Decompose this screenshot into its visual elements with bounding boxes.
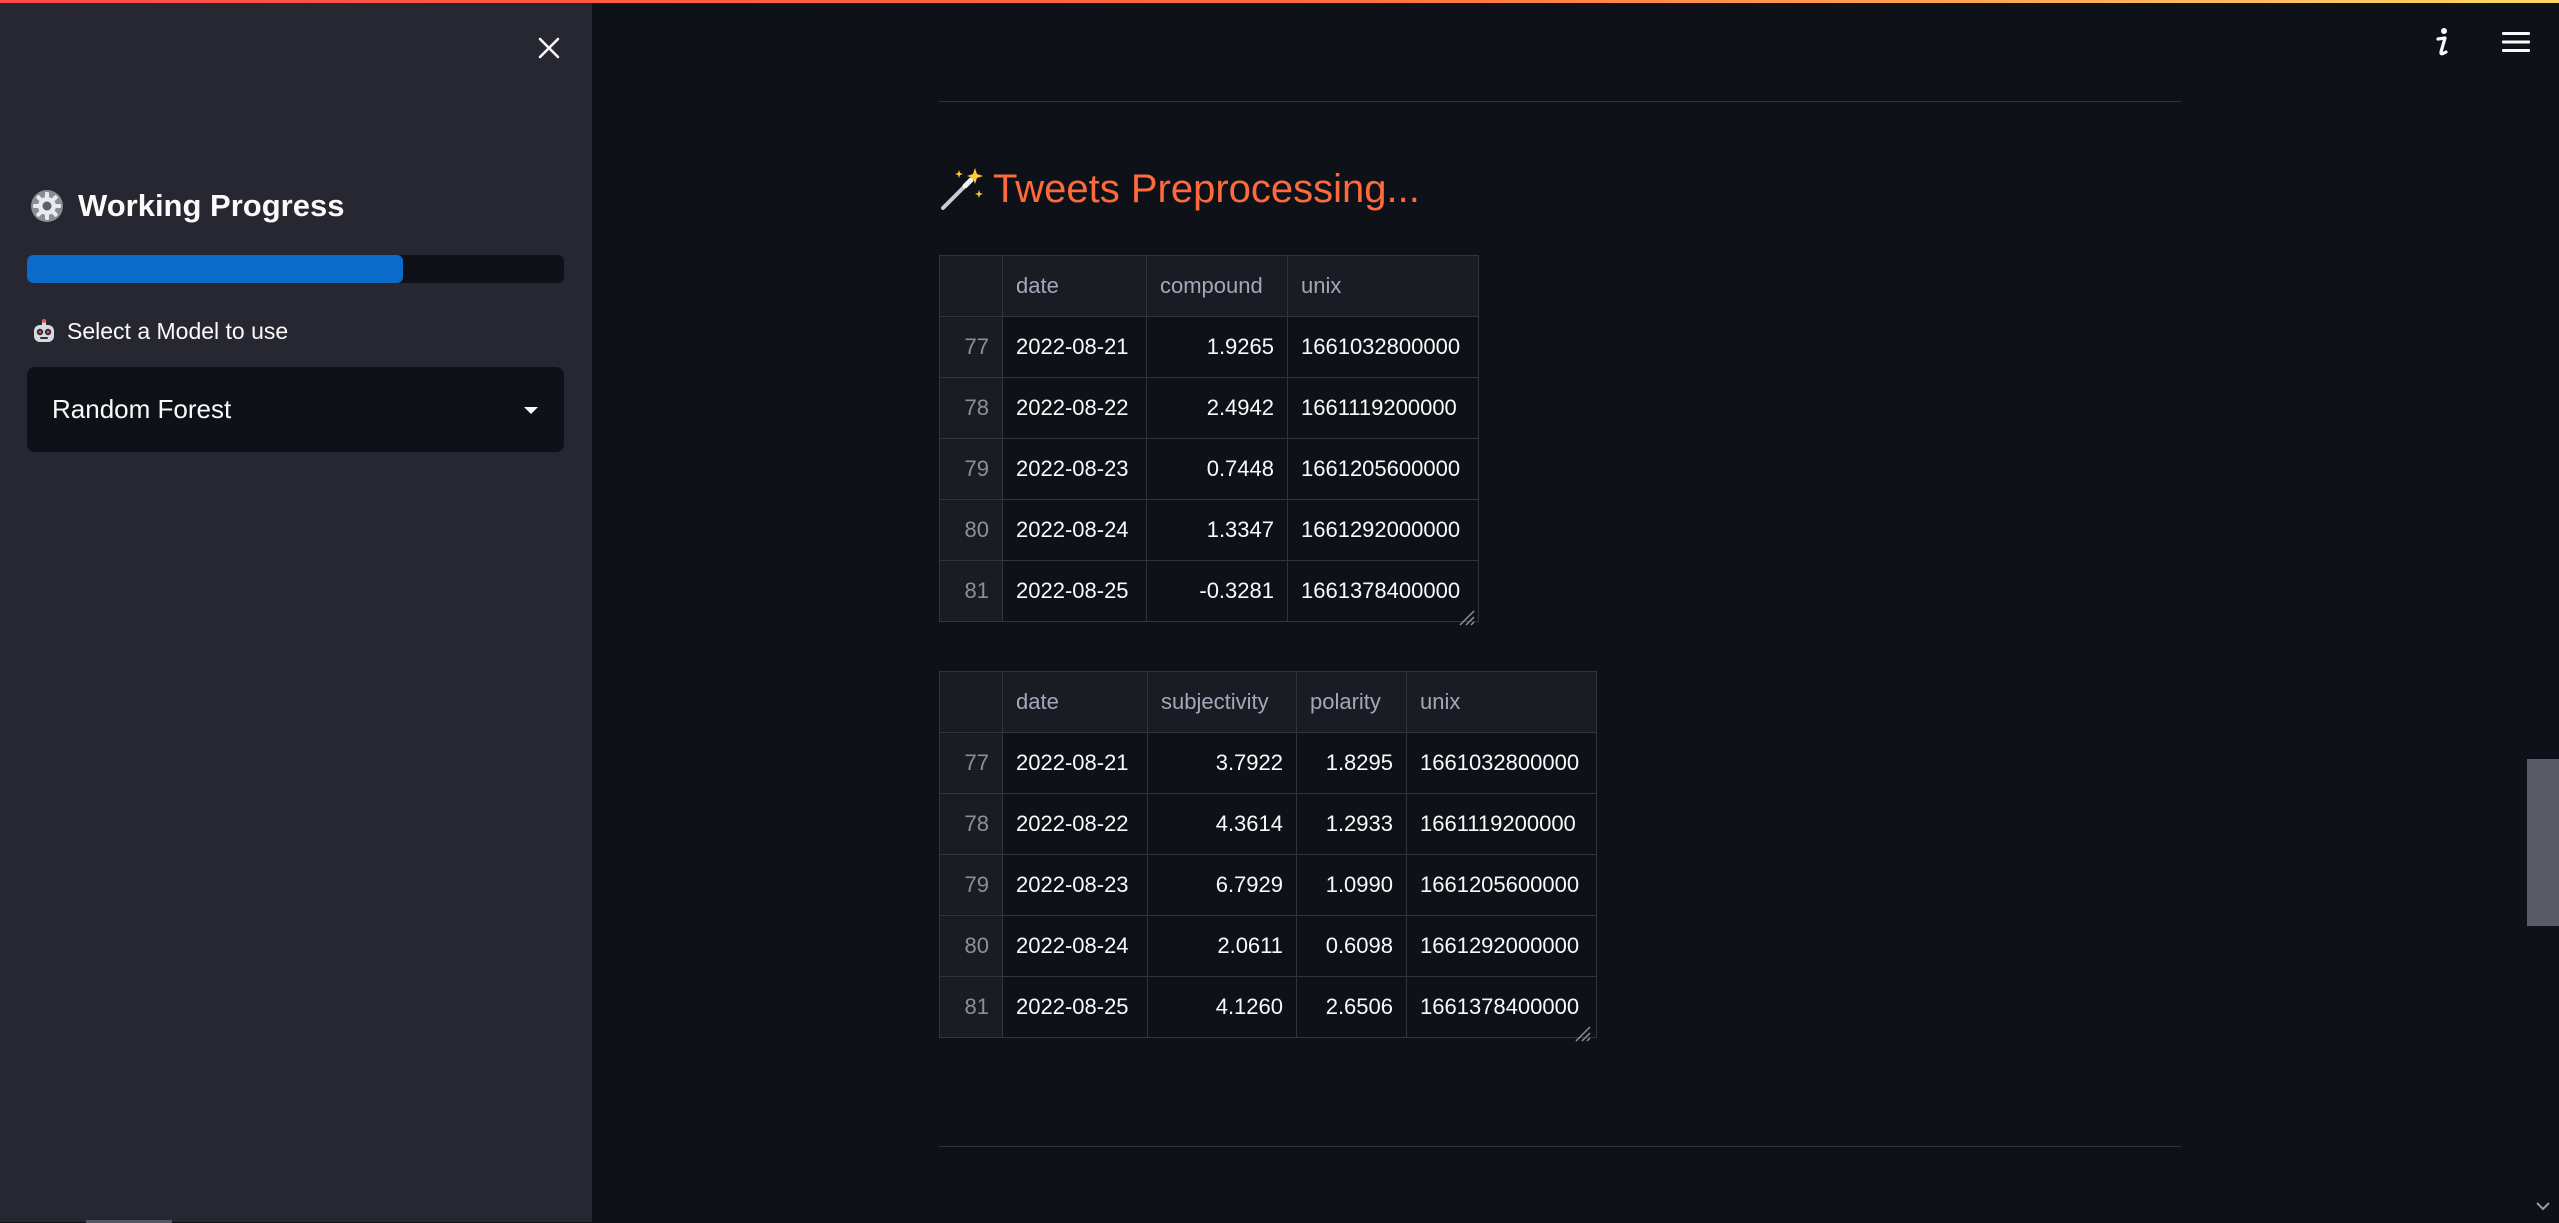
select-model-label: Select a Model to use <box>31 318 288 345</box>
robot-face-icon <box>34 318 54 342</box>
subjectivity-cell[interactable]: 3.7922 <box>1147 732 1297 794</box>
compound-cell[interactable]: -0.3281 <box>1146 560 1288 622</box>
compound-cell[interactable]: 2.4942 <box>1146 377 1288 439</box>
hamburger-menu-icon <box>2502 32 2530 52</box>
unix-cell[interactable]: 1661378400000 <box>1406 976 1597 1038</box>
model-select-value: Random Forest <box>52 394 232 424</box>
index-column-header[interactable] <box>939 255 1003 317</box>
date-cell[interactable]: 2022-08-22 <box>1002 793 1148 855</box>
date-cell[interactable]: 2022-08-24 <box>1002 915 1148 977</box>
polarity-column-header[interactable]: polarity <box>1296 671 1407 733</box>
caret-down-icon <box>524 406 538 414</box>
date-column-header[interactable]: date <box>1002 671 1148 733</box>
table-row: 79 2022-08-23 0.7448 1661205600000 <box>939 438 1479 500</box>
info-icon <box>2436 28 2448 56</box>
unix-cell[interactable]: 1661378400000 <box>1287 560 1479 622</box>
subjectivity-cell[interactable]: 4.3614 <box>1147 793 1297 855</box>
unix-column-header[interactable]: unix <box>1406 671 1597 733</box>
progress-bar <box>27 255 564 283</box>
table-header-row: date compound unix <box>939 255 1479 317</box>
subjectivity-cell[interactable]: 2.0611 <box>1147 915 1297 977</box>
compound-cell[interactable]: 1.9265 <box>1146 316 1288 378</box>
unix-cell[interactable]: 1661205600000 <box>1406 854 1597 916</box>
compound-cell[interactable]: 1.3347 <box>1146 499 1288 561</box>
date-cell[interactable]: 2022-08-23 <box>1002 438 1147 500</box>
row-index: 81 <box>939 560 1003 622</box>
row-index: 77 <box>939 732 1003 794</box>
table-header-row: date subjectivity polarity unix <box>939 671 1597 733</box>
unix-cell[interactable]: 1661119200000 <box>1406 793 1597 855</box>
section-title: Tweets Preprocessing... <box>939 166 1420 212</box>
gear-icon <box>31 190 63 222</box>
table-row: 81 2022-08-25 4.1260 2.6506 166137840000… <box>939 976 1597 1038</box>
date-column-header[interactable]: date <box>1002 255 1147 317</box>
close-sidebar-button[interactable] <box>532 31 566 65</box>
divider-top <box>939 101 2181 102</box>
date-cell[interactable]: 2022-08-25 <box>1002 976 1148 1038</box>
polarity-cell[interactable]: 1.2933 <box>1296 793 1407 855</box>
table-row: 80 2022-08-24 1.3347 1661292000000 <box>939 499 1479 561</box>
table-row: 77 2022-08-21 1.9265 1661032800000 <box>939 316 1479 378</box>
row-index: 77 <box>939 316 1003 378</box>
table1-resize-handle-icon[interactable] <box>1456 607 1476 627</box>
unix-cell[interactable]: 1661292000000 <box>1287 499 1479 561</box>
date-cell[interactable]: 2022-08-22 <box>1002 377 1147 439</box>
compound-column-header[interactable]: compound <box>1146 255 1288 317</box>
polarity-cell[interactable]: 2.6506 <box>1296 976 1407 1038</box>
row-index: 80 <box>939 499 1003 561</box>
polarity-cell[interactable]: 0.6098 <box>1296 915 1407 977</box>
sidebar-title: Working Progress <box>30 188 344 224</box>
date-cell[interactable]: 2022-08-23 <box>1002 854 1148 916</box>
table-row: 80 2022-08-24 2.0611 0.6098 166129200000… <box>939 915 1597 977</box>
table-row: 79 2022-08-23 6.7929 1.0990 166120560000… <box>939 854 1597 916</box>
table-row: 78 2022-08-22 4.3614 1.2933 166111920000… <box>939 793 1597 855</box>
table-row: 77 2022-08-21 3.7922 1.8295 166103280000… <box>939 732 1597 794</box>
unix-cell[interactable]: 1661205600000 <box>1287 438 1479 500</box>
index-column-header[interactable] <box>939 671 1003 733</box>
subjectivity-column-header[interactable]: subjectivity <box>1147 671 1297 733</box>
page-scrollbar-thumb[interactable] <box>2527 759 2559 926</box>
section-title-text: Tweets Preprocessing... <box>993 166 1420 211</box>
sidebar-title-text: Working Progress <box>78 188 345 223</box>
date-cell[interactable]: 2022-08-24 <box>1002 499 1147 561</box>
sidebar: Working Progress Select a Model to use R… <box>0 3 592 1223</box>
magic-wand-icon <box>941 168 983 210</box>
table-row: 81 2022-08-25 -0.3281 1661378400000 <box>939 560 1479 622</box>
unix-cell[interactable]: 1661032800000 <box>1406 732 1597 794</box>
chevron-down-icon <box>2536 1202 2550 1211</box>
close-icon <box>538 37 560 59</box>
subjectivity-cell[interactable]: 6.7929 <box>1147 854 1297 916</box>
unix-column-header[interactable]: unix <box>1287 255 1479 317</box>
date-cell[interactable]: 2022-08-25 <box>1002 560 1147 622</box>
date-cell[interactable]: 2022-08-21 <box>1002 732 1148 794</box>
table-row: 78 2022-08-22 2.4942 1661119200000 <box>939 377 1479 439</box>
row-index: 78 <box>939 793 1003 855</box>
table2-resize-handle-icon[interactable] <box>1572 1023 1592 1043</box>
unix-cell[interactable]: 1661119200000 <box>1287 377 1479 439</box>
main-menu-button[interactable] <box>2496 22 2536 62</box>
select-model-label-text: Select a Model to use <box>67 318 289 344</box>
row-index: 78 <box>939 377 1003 439</box>
compound-dataframe[interactable]: date compound unix 77 2022-08-21 1.9265 … <box>939 255 1479 622</box>
polarity-cell[interactable]: 1.8295 <box>1296 732 1407 794</box>
row-index: 79 <box>939 854 1003 916</box>
subjectivity-cell[interactable]: 4.1260 <box>1147 976 1297 1038</box>
row-index: 81 <box>939 976 1003 1038</box>
polarity-cell[interactable]: 1.0990 <box>1296 854 1407 916</box>
sentiment-dataframe[interactable]: date subjectivity polarity unix 77 2022-… <box>939 671 1597 1038</box>
row-index: 79 <box>939 438 1003 500</box>
scroll-down-button[interactable] <box>2527 1194 2559 1218</box>
model-select[interactable]: Random Forest <box>27 367 564 452</box>
unix-cell[interactable]: 1661292000000 <box>1406 915 1597 977</box>
unix-cell[interactable]: 1661032800000 <box>1287 316 1479 378</box>
row-index: 80 <box>939 915 1003 977</box>
date-cell[interactable]: 2022-08-21 <box>1002 316 1147 378</box>
info-button[interactable] <box>2422 22 2462 62</box>
divider-bottom <box>939 1146 2181 1147</box>
compound-cell[interactable]: 0.7448 <box>1146 438 1288 500</box>
progress-bar-fill <box>27 255 403 283</box>
